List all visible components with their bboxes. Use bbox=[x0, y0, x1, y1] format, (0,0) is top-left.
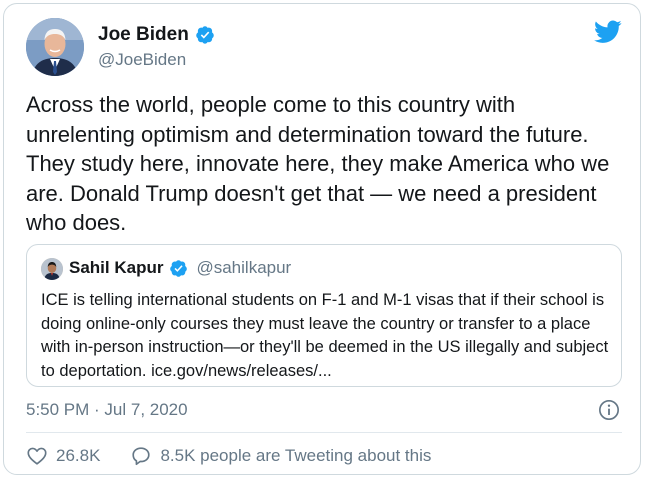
author-handle[interactable]: @JoeBiden bbox=[98, 50, 186, 70]
quoted-tweet[interactable]: Sahil Kapur @sahilkapur ICE is telling i… bbox=[26, 244, 622, 387]
quoted-author-row[interactable]: Sahil Kapur @sahilkapur bbox=[69, 258, 291, 278]
author-name[interactable]: Joe Biden bbox=[98, 24, 189, 46]
quoted-tweet-text: ICE is telling international students on… bbox=[41, 291, 609, 380]
heart-icon bbox=[27, 447, 47, 465]
conversation-label: 8.5K people are Tweeting about this bbox=[160, 446, 432, 465]
author-avatar[interactable] bbox=[26, 18, 84, 76]
tweet-text: Across the world, people come to this co… bbox=[26, 92, 610, 235]
like-button[interactable]: 26.8K bbox=[26, 445, 100, 467]
conversation-link[interactable]: 8.5K people are Tweeting about this bbox=[130, 445, 431, 467]
actions-divider bbox=[26, 432, 622, 433]
tweet-actions: 26.8K 8.5K people are Tweeting about thi… bbox=[26, 445, 431, 467]
quoted-author-name[interactable]: Sahil Kapur bbox=[69, 258, 163, 278]
quoted-author-handle[interactable]: @sahilkapur bbox=[196, 258, 291, 278]
author-name-row[interactable]: Joe Biden bbox=[98, 24, 215, 46]
speech-bubble-icon bbox=[132, 447, 151, 466]
tweet-timestamp[interactable]: 5:50 PM · Jul 7, 2020 bbox=[26, 400, 188, 420]
info-icon[interactable] bbox=[598, 399, 620, 421]
quoted-author-avatar[interactable] bbox=[41, 258, 63, 280]
twitter-bird-icon[interactable] bbox=[594, 20, 622, 44]
tweet-card[interactable]: Joe Biden @JoeBiden Across the world, pe… bbox=[3, 3, 641, 475]
verified-badge-icon bbox=[170, 259, 188, 277]
like-count: 26.8K bbox=[56, 446, 101, 465]
verified-badge-icon bbox=[196, 26, 214, 44]
